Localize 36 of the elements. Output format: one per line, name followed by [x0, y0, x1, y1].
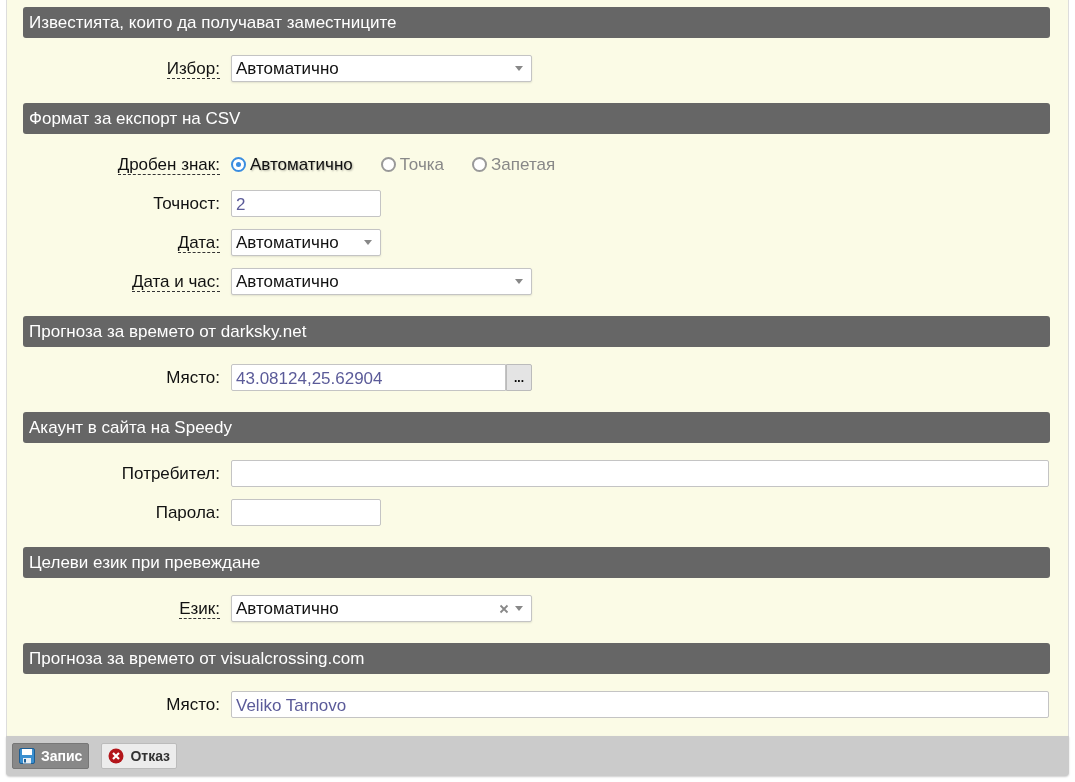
text-field[interactable]: Veliko Tarnovo — [231, 691, 1049, 718]
close-icon — [108, 748, 125, 764]
save-button[interactable]: Запис — [12, 743, 90, 769]
field-label: Място: — [166, 694, 220, 714]
field-label: Дата и час: — [131, 271, 220, 292]
field-label: Потребител: — [121, 463, 220, 483]
caret-icon — [515, 606, 523, 611]
browse-button[interactable]: ... — [506, 364, 532, 391]
section-header: Формат за експорт на CSV — [23, 103, 1050, 134]
field-label: Език: — [179, 598, 220, 619]
caret-icon — [515, 66, 523, 71]
text-field[interactable]: 2 — [231, 190, 381, 217]
location-field[interactable]: 43.08124,25.62904 — [231, 364, 506, 391]
dropdown[interactable]: Автоматично — [231, 595, 532, 622]
field-label: Място: — [166, 367, 220, 387]
section-header: Прогноза за времето от darksky.net — [23, 316, 1050, 347]
text-field[interactable] — [231, 499, 381, 526]
clear-icon[interactable] — [499, 603, 509, 614]
caret-icon — [364, 240, 372, 245]
section-header: Целеви език при превеждане — [23, 547, 1050, 578]
section-header: Прогноза за времето от visualcrossing.com — [23, 643, 1050, 674]
dropdown[interactable]: Автоматично — [231, 229, 381, 256]
dropdown[interactable]: Автоматично — [231, 55, 532, 82]
radio-option[interactable]: Точка — [380, 154, 445, 175]
dropdown[interactable]: Автоматично — [231, 268, 532, 295]
field-label: Дробен знак: — [117, 154, 220, 175]
field-label: Дата: — [177, 232, 220, 253]
section-header: Акаунт в сайта на Speedy — [23, 412, 1050, 443]
cancel-button[interactable]: Отказ — [101, 743, 178, 769]
section-header: Известията, които да получават заместниците — [23, 7, 1050, 38]
field-label: Парола: — [155, 502, 220, 522]
field-label: Точност: — [153, 193, 220, 213]
text-field[interactable] — [231, 460, 1049, 487]
field-label: Избор: — [166, 58, 220, 79]
radio-option[interactable]: Автоматично — [231, 154, 353, 175]
caret-icon — [515, 279, 523, 284]
